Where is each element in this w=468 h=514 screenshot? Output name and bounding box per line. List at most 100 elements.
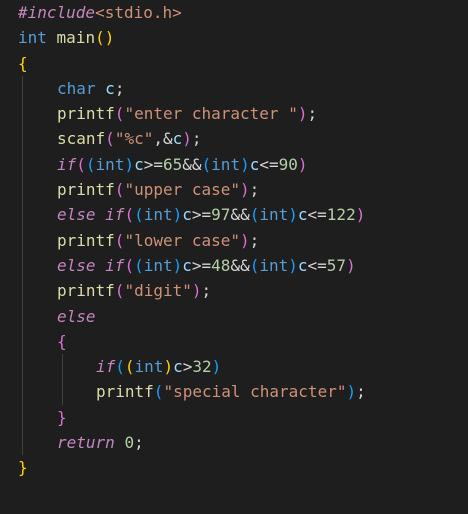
- code-line[interactable]: {: [0, 328, 468, 355]
- code-line[interactable]: printf("special character");: [0, 379, 468, 405]
- code-token: (: [85, 154, 96, 174]
- code-token: &&: [182, 154, 202, 174]
- code-token: <=: [259, 154, 279, 174]
- code-token: if: [96, 357, 116, 377]
- code-token: (: [114, 104, 125, 124]
- code-token: ): [172, 205, 183, 225]
- code-token: c: [182, 205, 192, 225]
- code-token: ;: [249, 230, 260, 250]
- indent-guide: [22, 354, 23, 380]
- code-token: (): [95, 28, 115, 48]
- code-token: (: [105, 129, 115, 149]
- code-token: (: [134, 255, 144, 275]
- code-token: c: [297, 255, 308, 275]
- code-token: int: [143, 205, 173, 225]
- code-line[interactable]: return 0;: [0, 430, 468, 456]
- code-token: "special character": [163, 382, 347, 402]
- code-token: 90: [278, 154, 298, 174]
- code-token: 57: [326, 255, 347, 275]
- code-token: (: [124, 255, 135, 275]
- indent-guide: [22, 227, 23, 253]
- code-token: c: [297, 205, 308, 225]
- code-token: ): [297, 154, 308, 174]
- code-token: printf: [57, 281, 115, 301]
- code-token: ): [288, 205, 298, 225]
- indent-guide: [62, 379, 63, 405]
- code-line[interactable]: printf("enter character ");: [0, 101, 468, 127]
- code-line[interactable]: printf("lower case");: [0, 227, 468, 253]
- code-content: }: [18, 455, 28, 480]
- code-line[interactable]: if((int)c>32): [0, 354, 468, 380]
- code-token: ;: [134, 433, 144, 453]
- code-line[interactable]: }: [0, 455, 468, 480]
- code-token: ): [355, 205, 366, 225]
- code-token: int: [143, 255, 173, 275]
- code-token: (: [201, 154, 212, 174]
- code-token: ): [288, 255, 298, 275]
- indent-guide: [22, 75, 23, 102]
- code-line[interactable]: printf("upper case");: [0, 177, 468, 203]
- code-token: ): [240, 180, 250, 200]
- code-token: <=: [307, 255, 327, 275]
- code-token: else: [57, 255, 96, 275]
- code-token: if: [105, 255, 125, 275]
- code-token: ;: [191, 129, 202, 149]
- code-line[interactable]: else if((int)c>=48&&(int)c<=57): [0, 252, 468, 279]
- code-token: &&: [230, 205, 250, 225]
- code-token: ): [191, 281, 202, 301]
- code-token: int: [18, 28, 47, 48]
- code-token: ): [163, 357, 174, 377]
- code-token: else: [57, 306, 96, 326]
- code-line[interactable]: #include<stdio.h>: [0, 0, 468, 25]
- code-line[interactable]: scanf("%c",&c);: [0, 126, 468, 152]
- code-line[interactable]: printf("digit");: [0, 278, 468, 304]
- code-content: scanf("%c",&c);: [57, 126, 202, 151]
- code-content: #include<stdio.h>: [18, 0, 182, 25]
- code-token: &&: [230, 255, 250, 275]
- indent-guide: [22, 379, 23, 405]
- code-token: int: [211, 154, 241, 174]
- code-token: "lower case": [124, 230, 241, 250]
- code-line[interactable]: char c;: [0, 75, 468, 102]
- code-token: c: [105, 78, 115, 98]
- code-token: ): [346, 255, 356, 275]
- code-token: if: [105, 205, 125, 225]
- code-token: <=: [307, 205, 327, 225]
- code-token: 32: [192, 357, 212, 377]
- code-content: int main(): [18, 25, 114, 50]
- code-token: c: [182, 255, 192, 275]
- code-token: ;: [249, 180, 260, 200]
- code-content: printf("lower case");: [57, 228, 259, 253]
- code-token: (: [249, 205, 260, 225]
- code-token: >: [182, 357, 193, 377]
- code-token: (: [114, 230, 125, 250]
- code-line[interactable]: else: [0, 303, 468, 329]
- code-content: else: [57, 304, 96, 329]
- code-line[interactable]: int main(): [0, 25, 468, 50]
- code-editor[interactable]: #include<stdio.h> int main(){char c; print…: [0, 0, 468, 514]
- code-token: ): [240, 154, 250, 174]
- code-content: {: [18, 51, 28, 76]
- code-token: "%c": [114, 129, 154, 149]
- code-line[interactable]: }: [0, 404, 468, 431]
- code-token: (: [114, 180, 125, 200]
- code-line[interactable]: if((int)c>=65&&(int)c<=90): [0, 151, 468, 178]
- code-token: int: [95, 154, 125, 174]
- code-token: <stdio.h>: [95, 3, 182, 22]
- code-content: char c;: [57, 76, 124, 101]
- code-token: int: [259, 255, 289, 275]
- code-token: printf: [96, 382, 154, 402]
- code-line[interactable]: else if((int)c>=97&&(int)c<=122): [0, 202, 468, 228]
- code-token: 97: [211, 205, 231, 225]
- code-token: int: [259, 205, 289, 225]
- indent-guide: [22, 430, 23, 456]
- code-token: (: [124, 205, 135, 225]
- indent-guide: [22, 278, 23, 304]
- code-token: ;: [201, 281, 212, 301]
- code-line[interactable]: {: [0, 51, 468, 76]
- code-token: 48: [211, 255, 231, 275]
